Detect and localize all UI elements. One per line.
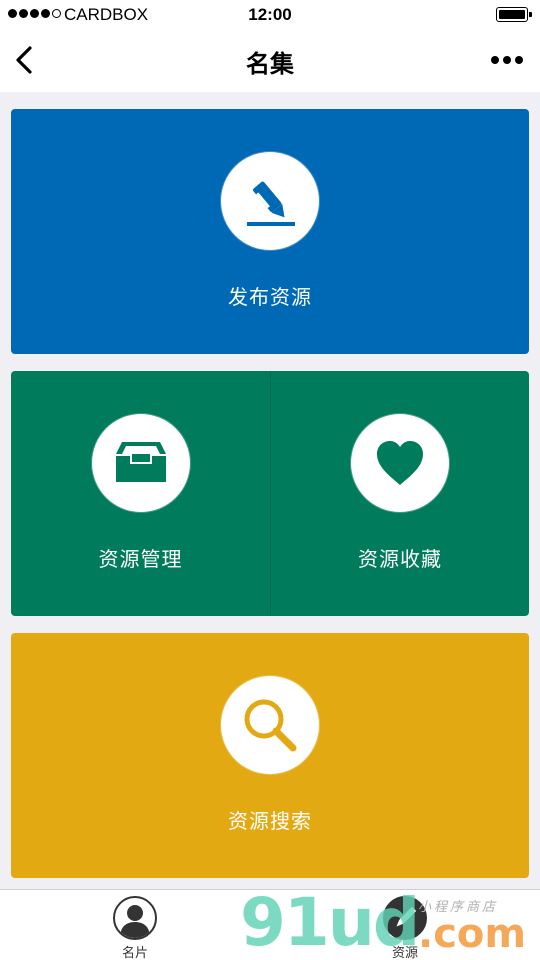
manage-icon-circle xyxy=(91,414,190,512)
resource-management-card: 资源管理 资源收藏 xyxy=(11,371,529,616)
status-bar: CARDBOX 12:00 xyxy=(0,0,540,30)
more-options-button[interactable] xyxy=(488,50,526,70)
favorite-resource-button[interactable]: 资源收藏 xyxy=(270,371,529,616)
status-time: 12:00 xyxy=(248,5,292,24)
search-resource-button[interactable]: 资源搜索 xyxy=(11,633,529,878)
manage-resource-button[interactable]: 资源管理 xyxy=(11,371,270,616)
tab-resources-label: 资源 xyxy=(391,946,418,960)
search-icon-circle xyxy=(221,676,319,774)
publish-resource-card: 发布资源 xyxy=(11,109,529,354)
publish-resource-button[interactable]: 发布资源 xyxy=(11,109,529,354)
user-avatar-icon xyxy=(113,896,157,940)
inbox-tray-icon xyxy=(115,442,166,482)
tab-resources[interactable]: 资源 xyxy=(370,896,440,960)
page-title: 名集 xyxy=(246,50,294,78)
manage-resource-label: 资源管理 xyxy=(98,547,183,571)
publish-icon-circle xyxy=(221,152,319,250)
battery-icon xyxy=(496,7,532,22)
pen-icon xyxy=(247,181,295,226)
publish-resource-label: 发布资源 xyxy=(228,285,312,309)
tab-bar: 名片 资源 xyxy=(0,889,540,960)
more-dots-icon xyxy=(491,56,499,64)
pen-icon xyxy=(383,896,427,940)
favorite-resource-label: 资源收藏 xyxy=(358,547,442,571)
tab-business-card-label: 名片 xyxy=(121,946,148,960)
tab-business-card[interactable]: 名片 xyxy=(100,896,170,960)
search-resource-card: 资源搜索 xyxy=(11,633,529,878)
heart-icon xyxy=(377,441,423,485)
search-resource-label: 资源搜索 xyxy=(228,809,312,833)
favorites-icon-circle xyxy=(351,414,449,512)
search-icon xyxy=(244,699,297,752)
navigation-bar: 名集 xyxy=(0,30,540,92)
